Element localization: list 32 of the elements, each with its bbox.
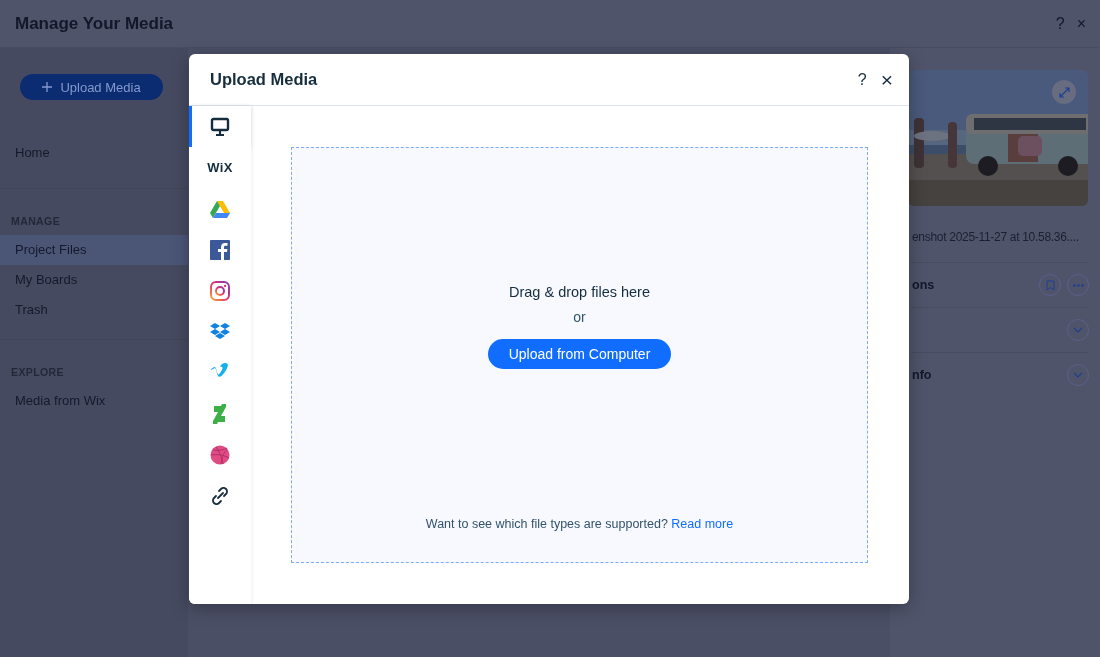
help-button[interactable]: ? bbox=[1055, 14, 1065, 33]
bookmark-icon bbox=[1045, 279, 1055, 291]
separator-text: or bbox=[573, 309, 586, 325]
link-icon bbox=[210, 485, 230, 506]
help-button[interactable]: ? bbox=[857, 70, 867, 89]
section-title: ons bbox=[912, 278, 936, 292]
source-tab[interactable]: WiX bbox=[189, 147, 251, 188]
monitor-icon bbox=[210, 116, 230, 137]
dropbox-icon bbox=[210, 321, 230, 342]
page-title: Manage Your Media bbox=[15, 13, 175, 34]
read-more-link[interactable]: Read more bbox=[671, 517, 734, 531]
support-note: Want to see which file types are supported? Read more bbox=[425, 517, 734, 531]
chevron-icon bbox=[1073, 327, 1083, 333]
chevron-icon bbox=[1073, 372, 1083, 378]
drop-zone[interactable]: Drag & drop files here or Upload from Computer Want to see which file types are supported? Read more bbox=[291, 147, 868, 563]
source-tab[interactable] bbox=[189, 106, 251, 147]
upload-button[interactable]: Upload from Computer bbox=[487, 339, 672, 369]
dialog-title: Upload Media bbox=[210, 70, 319, 89]
plus-icon bbox=[42, 82, 53, 92]
drop-heading: Drag & drop files here bbox=[508, 284, 650, 300]
upload-media-button[interactable]: Upload Media bbox=[20, 74, 163, 100]
close-button[interactable]: × bbox=[880, 67, 893, 92]
close-button[interactable]: × bbox=[1076, 14, 1086, 33]
dribbble-icon bbox=[210, 444, 230, 465]
section-title: nfo bbox=[912, 368, 933, 382]
more-icon bbox=[1072, 283, 1084, 287]
expand-icon bbox=[1058, 86, 1070, 98]
nav-item[interactable]: Project Files bbox=[0, 235, 188, 265]
triangle-logo-icon bbox=[210, 198, 230, 219]
facebook-icon bbox=[210, 239, 230, 260]
instagram-icon bbox=[210, 280, 230, 301]
file-name: enshot 2025-11-27 at 10.58.36.... bbox=[911, 230, 1079, 244]
